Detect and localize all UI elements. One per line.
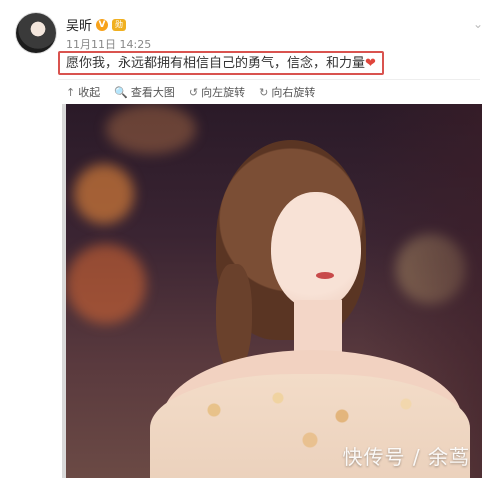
bokeh-light: [106, 104, 196, 154]
view-large-label: 查看大图: [130, 86, 175, 99]
collapse-icon: ↑: [66, 85, 76, 99]
username[interactable]: 吴昕: [66, 15, 92, 34]
post-photo[interactable]: 快传号 / 余茑: [66, 104, 482, 478]
view-large-button[interactable]: 🔍 查看大图: [114, 84, 175, 100]
verified-badge-icon: V: [96, 18, 109, 31]
rotate-right-label: 向右旋转: [271, 86, 316, 99]
rotate-right-button[interactable]: ↻ 向右旋转: [259, 84, 315, 100]
divider: [58, 79, 480, 80]
rotate-right-icon: ↻: [259, 85, 269, 99]
avatar[interactable]: [16, 13, 56, 53]
image-toolbar: ↑ 收起 🔍 查看大图 ↺ 向左旋转 ↻ 向右旋转: [66, 84, 315, 100]
collapse-button[interactable]: ↑ 收起: [66, 84, 100, 100]
rotate-left-button[interactable]: ↺ 向左旋转: [189, 84, 245, 100]
post-text-body: 愿你我，永远都拥有相信自己的勇气，信念，和力量: [66, 56, 366, 71]
chevron-down-icon[interactable]: ⌄: [470, 16, 486, 32]
watermark: 快传号 / 余茑: [342, 445, 470, 469]
face: [271, 192, 361, 310]
post-text: 愿你我，永远都拥有相信自己的勇气，信念，和力量❤: [58, 51, 384, 75]
magnifier-icon: 🔍: [114, 85, 128, 99]
bokeh-light: [66, 244, 146, 324]
heart-icon: ❤: [365, 56, 376, 71]
collapse-label: 收起: [78, 86, 101, 99]
lips: [316, 272, 334, 279]
rotate-left-icon: ↺: [188, 85, 199, 99]
bokeh-light: [74, 164, 134, 224]
user-header: 吴昕 V 勋: [66, 15, 127, 34]
rank-badge-icon: 勋: [112, 18, 127, 31]
photo-left-margin: [0, 104, 66, 478]
rotate-left-label: 向左旋转: [201, 86, 246, 99]
post-timestamp[interactable]: 11月11日 14:25: [66, 36, 151, 52]
